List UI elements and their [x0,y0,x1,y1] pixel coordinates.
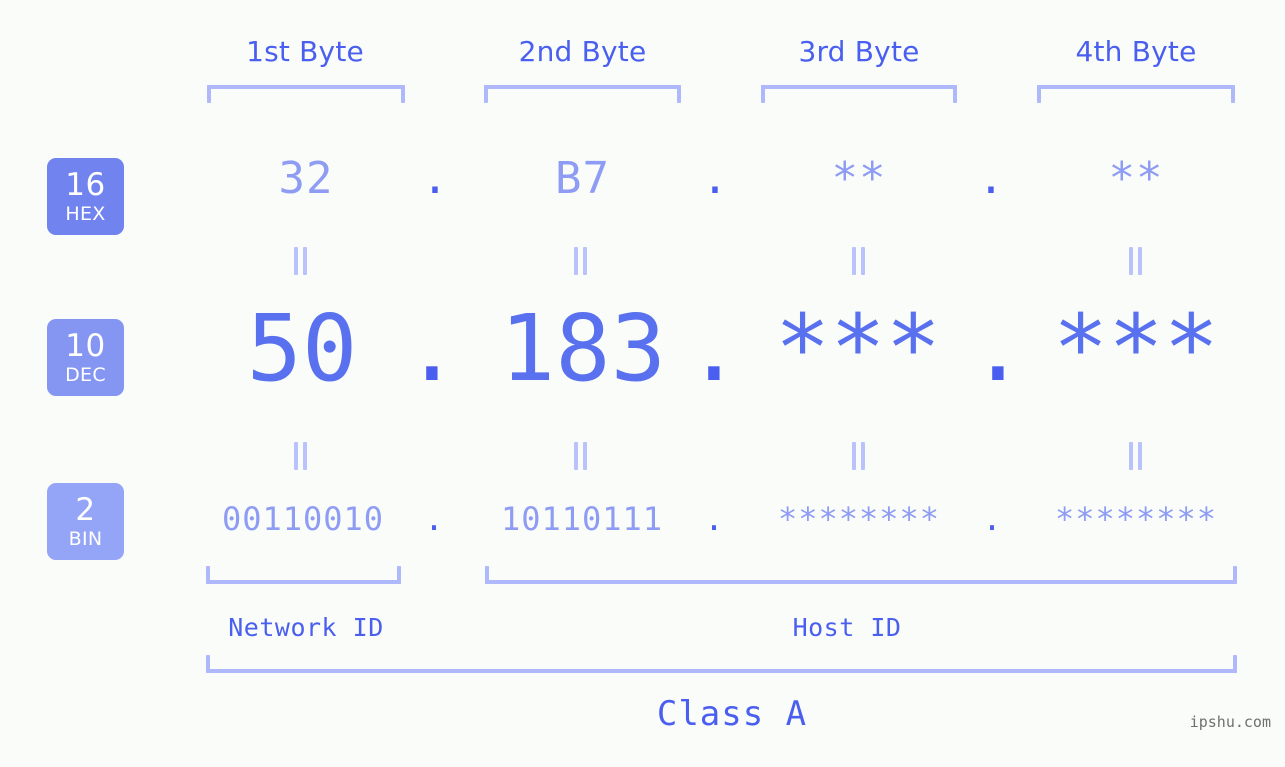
bracket-bar [1037,85,1235,89]
equals-bar [574,442,578,470]
hex-byte-3: ** [831,153,887,204]
bracket-bar [485,580,1237,584]
bin-byte-3: ******** [777,500,941,538]
bracket-tick-left [485,566,489,584]
radix-badge-hex[interactable]: 16 HEX [47,158,124,235]
equals-bar [303,247,307,275]
byte-header-label: 4th Byte [1075,35,1197,68]
bin-separator-3: . [982,500,1002,538]
byte-header-2: 2nd Byte [484,31,681,73]
bracket-bar [761,85,957,89]
bracket-tick-left [484,85,488,103]
equals-mark-hex-dec-2 [574,247,588,275]
radix-badge-label: DEC [65,363,106,386]
byte-bracket-top-4 [1037,85,1235,103]
equals-bar [574,247,578,275]
hex-separator-3: . [977,153,1005,204]
bin-byte-1: 00110010 [221,500,385,538]
dec-byte-4: *** [1052,295,1220,402]
bin-separator-2: . [704,500,724,538]
bin-byte-4: ******** [1054,500,1218,538]
bracket-tick-left [1037,85,1041,103]
bracket-tick-right [401,85,405,103]
bracket-tick-right [1233,655,1237,673]
equals-bar [1138,442,1142,470]
ip-class-label: Class A [656,694,808,734]
bracket-tick-right [953,85,957,103]
radix-badge-number: 10 [65,327,106,364]
radix-badge-number: 2 [75,491,96,528]
equals-mark-dec-bin-4 [1129,442,1143,470]
class-bracket [206,655,1237,673]
bracket-tick-left [761,85,765,103]
host-id-bracket [485,566,1237,584]
byte-header-3: 3rd Byte [761,31,957,73]
byte-bracket-top-3 [761,85,957,103]
ip-address-breakdown-diagram: 1st Byte 2nd Byte 3rd Byte 4th Byte 16 H… [0,0,1285,767]
equals-mark-dec-bin-1 [294,442,308,470]
equals-bar [583,442,587,470]
equals-bar [861,442,865,470]
radix-badge-bin[interactable]: 2 BIN [47,483,124,560]
byte-header-label: 3rd Byte [798,35,920,68]
equals-mark-dec-bin-3 [852,442,866,470]
bracket-bar [207,85,405,89]
equals-bar [1138,247,1142,275]
bracket-tick-left [206,566,210,584]
equals-bar [583,247,587,275]
bracket-tick-right [677,85,681,103]
byte-bracket-top-1 [207,85,405,103]
bracket-tick-left [207,85,211,103]
bracket-tick-right [1231,85,1235,103]
radix-badge-label: BIN [68,527,103,550]
host-id-label: Host ID [792,613,902,642]
radix-badge-label: HEX [65,202,106,225]
equals-bar [294,247,298,275]
byte-header-1: 1st Byte [205,31,405,73]
byte-header-4: 4th Byte [1037,31,1235,73]
dec-byte-1: 50 [246,295,358,402]
hex-separator-1: . [421,153,449,204]
equals-bar [852,442,856,470]
bracket-bar [484,85,681,89]
bracket-tick-left [206,655,210,673]
byte-header-label: 1st Byte [246,35,364,68]
byte-bracket-top-2 [484,85,681,103]
equals-bar [1129,247,1133,275]
hex-separator-2: . [701,153,729,204]
dec-byte-2: 183 [499,295,667,402]
hex-byte-1: 32 [278,153,334,204]
equals-bar [861,247,865,275]
radix-badge-number: 16 [65,166,106,203]
hex-byte-4: ** [1108,153,1164,204]
equals-mark-hex-dec-4 [1129,247,1143,275]
bracket-tick-right [397,566,401,584]
equals-mark-hex-dec-1 [294,247,308,275]
bin-separator-1: . [424,500,444,538]
site-watermark: ipshu.com [1189,713,1271,731]
equals-mark-dec-bin-2 [574,442,588,470]
equals-bar [1129,442,1133,470]
dec-byte-3: *** [774,295,942,402]
radix-badge-dec[interactable]: 10 DEC [47,319,124,396]
network-id-label: Network ID [228,613,384,642]
bracket-bar [206,669,1237,673]
equals-bar [303,442,307,470]
network-id-bracket [206,566,401,584]
equals-bar [852,247,856,275]
bracket-tick-right [1233,566,1237,584]
bin-byte-2: 10110111 [500,500,664,538]
hex-byte-2: B7 [555,153,610,204]
byte-header-label: 2nd Byte [518,35,647,68]
bracket-bar [206,580,401,584]
equals-bar [294,442,298,470]
equals-mark-hex-dec-3 [852,247,866,275]
